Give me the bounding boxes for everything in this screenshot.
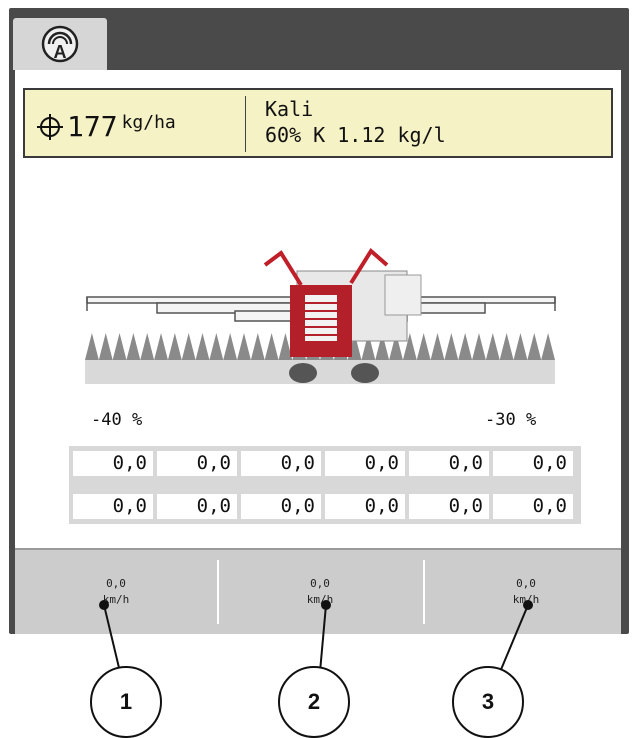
callout-1: 1 xyxy=(90,666,162,738)
callout-2: 2 xyxy=(278,666,350,738)
callout-3: 3 xyxy=(452,666,524,738)
callout-lines xyxy=(99,600,533,673)
